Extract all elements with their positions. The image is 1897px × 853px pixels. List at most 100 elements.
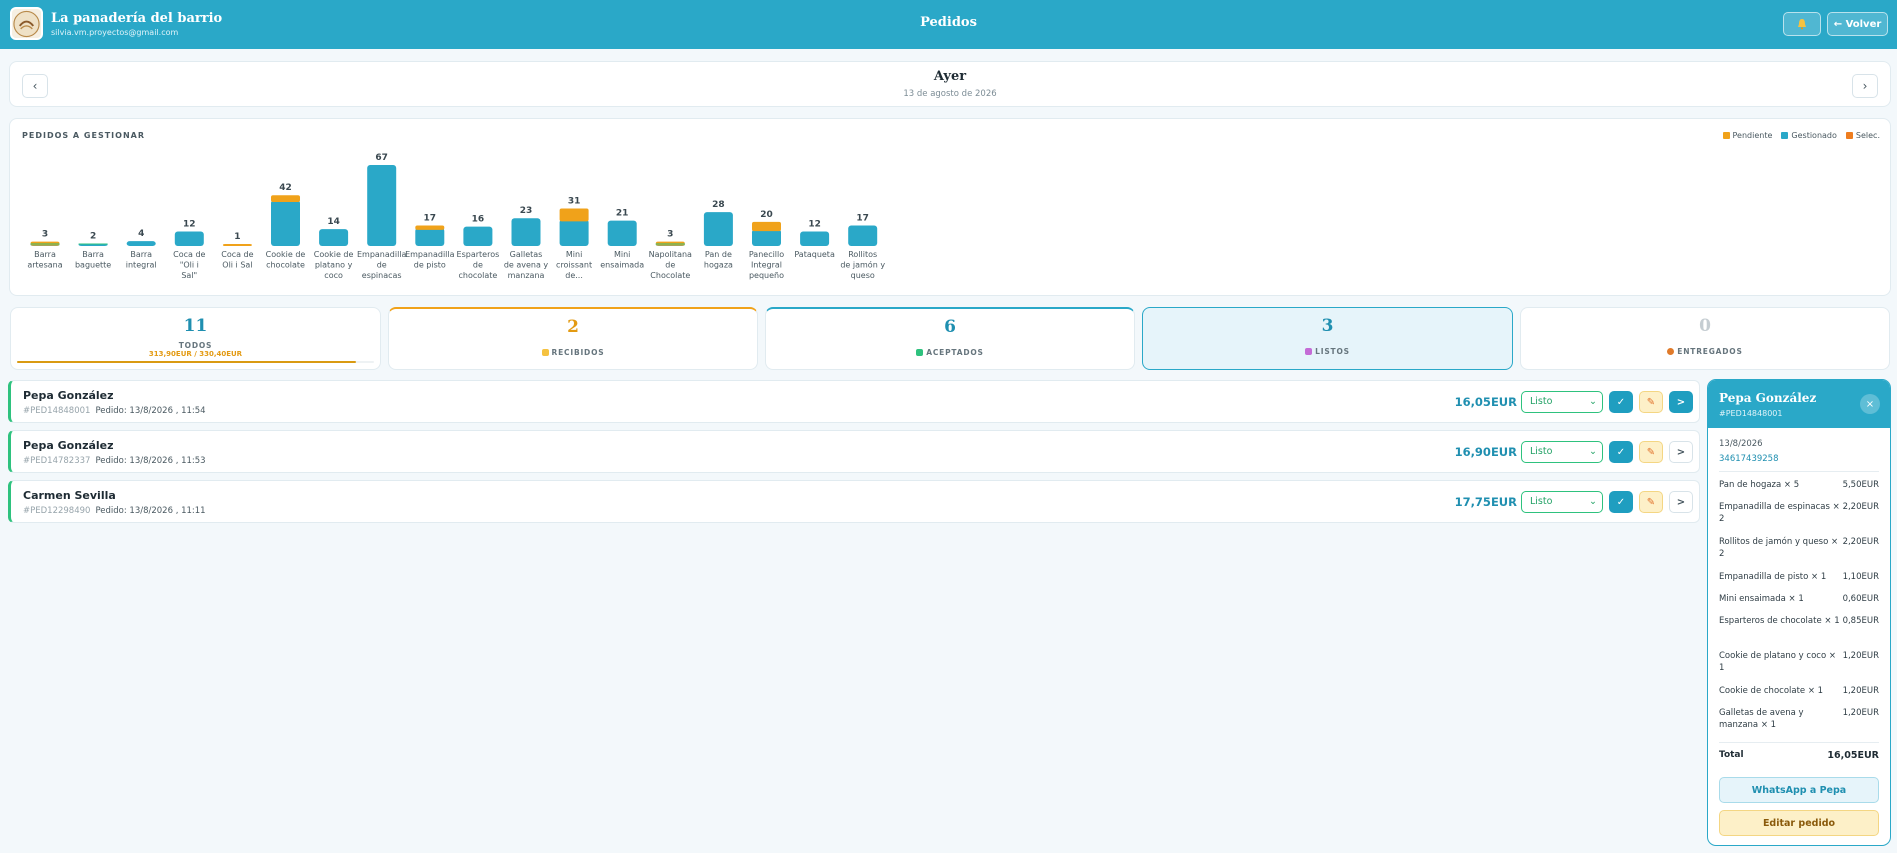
- edit-button[interactable]: ✎: [1639, 441, 1663, 463]
- detail-date: 13/8/2026: [1719, 439, 1763, 449]
- legend-pendiente: Pendiente: [1722, 131, 1772, 140]
- category-label: Esparteros: [457, 250, 500, 259]
- item-name: Galletas de avena y manzana × 1: [1719, 708, 1804, 730]
- confirm-button[interactable]: ✓: [1609, 391, 1633, 413]
- total-label: Total: [1719, 750, 1744, 760]
- bar-gestionado: [800, 231, 830, 246]
- category-label: Chocolate: [650, 271, 690, 280]
- label-entregados: ENTREGADOS: [1521, 347, 1889, 356]
- order-row[interactable]: Pepa González #PED14782337 Pedido: 13/8/2…: [8, 430, 1700, 473]
- category-label: artesana: [27, 261, 62, 270]
- bar-value-label: 4: [138, 229, 144, 239]
- order-row[interactable]: Pepa González #PED14848001 Pedido: 13/8/2…: [8, 380, 1700, 423]
- status-card-todos[interactable]: 11 TODOS 313,90EUR / 330,40EUR: [10, 307, 381, 370]
- shop-logo: [10, 7, 43, 40]
- bar-marker: [78, 243, 108, 245]
- detail-item: Empanadilla de espinacas × 2 2,20EUR: [1719, 501, 1879, 525]
- bar-gestionado: [463, 226, 493, 246]
- category-label: de pisto: [414, 261, 446, 270]
- count-aceptados: 6: [944, 317, 956, 337]
- bar-value-label: 2: [90, 232, 96, 242]
- bar-value-label: 17: [424, 213, 437, 223]
- bar-value-label: 3: [42, 230, 48, 240]
- bar-marker: [30, 243, 60, 245]
- detail-item: Pan de hogaza × 5 5,50EUR: [1719, 479, 1879, 491]
- status-card-aceptados[interactable]: 6 ACEPTADOS: [765, 307, 1135, 370]
- order-id: #PED12298490: [23, 506, 91, 516]
- category-label: Rollitos: [848, 250, 877, 259]
- edit-button[interactable]: ✎: [1639, 491, 1663, 513]
- edit-order-button[interactable]: Editar pedido: [1719, 810, 1879, 836]
- chart-legend: Pendiente Gestionado Selec.: [1722, 131, 1880, 140]
- status-value: Listo: [1530, 446, 1553, 457]
- category-label: de...: [565, 271, 583, 280]
- bar-value-label: 20: [760, 210, 773, 220]
- category-label: Barra: [82, 250, 104, 259]
- bar-value-label: 17: [856, 213, 869, 223]
- confirm-button[interactable]: ✓: [1609, 441, 1633, 463]
- category-label: "Oli i: [180, 261, 199, 270]
- bar-gestionado: [415, 227, 445, 246]
- category-label: croissant: [556, 261, 592, 270]
- chart-title: PEDIDOS A GESTIONAR: [22, 131, 145, 140]
- order-customer-name: Carmen Sevilla: [23, 489, 116, 502]
- order-status-select[interactable]: Listo ⌄: [1521, 391, 1603, 413]
- total-value: 16,05EUR: [1827, 750, 1879, 761]
- close-icon[interactable]: ×: [1860, 394, 1880, 414]
- category-label: Oli i Sal: [222, 261, 252, 270]
- notifications-button[interactable]: [1783, 12, 1821, 36]
- date-navigator: ‹ Ayer 13 de agosto de 2026 ›: [9, 61, 1891, 107]
- page-title: Pedidos: [920, 15, 977, 30]
- item-name: Empanadilla de pisto × 1: [1719, 572, 1827, 582]
- bar-value-label: 12: [183, 219, 196, 229]
- open-detail-button[interactable]: >: [1669, 491, 1693, 513]
- divider: [1719, 742, 1879, 743]
- category-label: Mini: [614, 250, 630, 259]
- order-status-select[interactable]: Listo ⌄: [1521, 441, 1603, 463]
- check-icon: [916, 349, 924, 356]
- label-text: LISTOS: [1315, 347, 1350, 356]
- order-meta: #PED14848001 Pedido: 13/8/2026 , 11:54: [23, 406, 206, 416]
- status-card-listos[interactable]: 3 LISTOS: [1142, 307, 1513, 370]
- category-label: integral: [126, 261, 157, 270]
- bar-value-label: 16: [472, 215, 485, 225]
- detail-phone[interactable]: 34617439258: [1719, 454, 1779, 464]
- box-icon: [1667, 348, 1675, 355]
- category-label: Cookie de: [266, 250, 306, 259]
- label-listos: LISTOS: [1143, 347, 1512, 356]
- open-detail-button[interactable]: >: [1669, 391, 1693, 413]
- item-price: 0,85EUR: [1842, 616, 1879, 626]
- order-customer-name: Pepa González: [23, 439, 114, 452]
- order-status-select[interactable]: Listo ⌄: [1521, 491, 1603, 513]
- item-name: Cookie de platano y coco × 1: [1719, 651, 1836, 673]
- item-name: Cookie de chocolate × 1: [1719, 686, 1824, 696]
- order-id: #PED14782337: [23, 456, 91, 466]
- category-label: hogaza: [704, 261, 733, 270]
- bar-value-label: 3: [667, 230, 673, 240]
- bar-pendiente: [271, 195, 300, 203]
- legend-gestionado: Gestionado: [1781, 131, 1837, 140]
- detail-order-id: #PED14848001: [1719, 409, 1783, 418]
- category-label: de: [377, 261, 387, 270]
- order-meta: #PED12298490 Pedido: 13/8/2026 , 11:11: [23, 506, 206, 516]
- order-date: Pedido: 13/8/2026 , 11:54: [95, 406, 206, 416]
- status-card-recibidos[interactable]: 2 RECIBIDOS: [388, 307, 758, 370]
- item-name: Mini ensaimada × 1: [1719, 594, 1804, 604]
- status-card-entregados[interactable]: 0 ENTREGADOS: [1520, 307, 1890, 370]
- date-subtitle: 13 de agosto de 2026: [903, 89, 997, 99]
- legend-swatch: [1781, 132, 1789, 139]
- item-name: Pan de hogaza × 5: [1719, 480, 1800, 490]
- edit-button[interactable]: ✎: [1639, 391, 1663, 413]
- confirm-button[interactable]: ✓: [1609, 491, 1633, 513]
- next-day-button[interactable]: ›: [1852, 74, 1878, 98]
- category-label: baguette: [75, 261, 111, 270]
- app-header: La panadería del barrio silvia.vm.proyec…: [0, 0, 1897, 49]
- open-detail-button[interactable]: >: [1669, 441, 1693, 463]
- order-row[interactable]: Carmen Sevilla #PED12298490 Pedido: 13/8/…: [8, 480, 1700, 523]
- orders-bar-chart: 3 Barra artesana 2 Barra baguette 4 Barra integr…: [27, 153, 885, 280]
- amount-todos: 313,90EUR / 330,40EUR: [148, 350, 243, 358]
- back-button[interactable]: ← Volver: [1827, 12, 1888, 36]
- label-recibidos: RECIBIDOS: [389, 348, 757, 357]
- whatsapp-button[interactable]: WhatsApp a Pepa: [1719, 777, 1879, 803]
- category-label: de: [473, 261, 483, 270]
